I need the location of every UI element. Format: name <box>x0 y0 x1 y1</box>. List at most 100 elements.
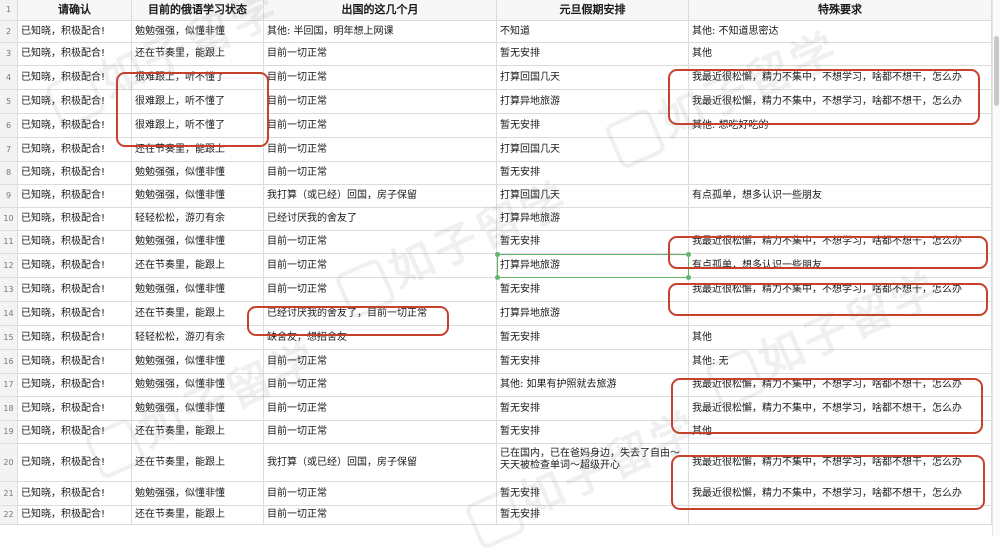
col-russian-status-cell[interactable]: 很难跟上，听不懂了 <box>132 90 264 114</box>
col-abroad-months-cell[interactable]: 目前一切正常 <box>264 254 497 278</box>
col-abroad-months-cell[interactable]: 目前一切正常 <box>264 43 497 66</box>
col-special-request-cell[interactable]: 我最近很松懈，精力不集中，不想学习，啥都不想干，怎么办 <box>689 278 992 302</box>
col-special-request-cell[interactable]: 其他 <box>689 421 992 444</box>
col-confirm-cell[interactable]: 已知晓，积极配合! <box>18 326 132 350</box>
col-confirm-cell[interactable]: 已知晓，积极配合! <box>18 482 132 506</box>
col-abroad-months-cell[interactable]: 目前一切正常 <box>264 90 497 114</box>
col-abroad-months-cell[interactable]: 其他: 半回国，明年想上网课 <box>264 21 497 43</box>
col-abroad-months-cell[interactable]: 目前一切正常 <box>264 397 497 421</box>
col-new-year-plan-cell[interactable]: 不知道 <box>497 21 689 43</box>
col-special-request-cell[interactable]: 我最近很松懈，精力不集中，不想学习，啥都不想干，怎么办 <box>689 444 992 482</box>
col-special-request-cell[interactable]: 其他 <box>689 326 992 350</box>
col-confirm-cell[interactable]: 已知晓，积极配合! <box>18 254 132 278</box>
row-number[interactable]: 19 <box>0 421 18 444</box>
col-russian-status-cell[interactable]: 勉勉强强，似懂非懂 <box>132 374 264 397</box>
col-russian-status-cell[interactable]: 勉勉强强，似懂非懂 <box>132 185 264 208</box>
col-special-request-cell[interactable] <box>689 302 992 326</box>
col-confirm-cell[interactable]: 已知晓，积极配合! <box>18 162 132 185</box>
col-new-year-plan-cell[interactable]: 暂无安排 <box>497 231 689 254</box>
col-new-year-plan-cell[interactable]: 已在国内，已在爸妈身边，失去了自由～天天被检查单词～超级开心 <box>497 444 689 482</box>
scrollbar-thumb[interactable] <box>994 36 999 106</box>
col-russian-status-cell[interactable]: 勉勉强强，似懂非懂 <box>132 350 264 374</box>
col-confirm-cell[interactable]: 已知晓，积极配合! <box>18 114 132 138</box>
col-confirm-cell[interactable]: 已知晓，积极配合! <box>18 208 132 231</box>
row-number[interactable]: 16 <box>0 350 18 374</box>
col-new-year-plan-cell[interactable]: 暂无安排 <box>497 278 689 302</box>
col-abroad-months-header[interactable]: 出国的这几个月 <box>264 0 497 21</box>
row-number[interactable]: 10 <box>0 208 18 231</box>
col-abroad-months-cell[interactable]: 已经讨厌我的舍友了 <box>264 208 497 231</box>
col-russian-status-cell[interactable]: 勉勉强强，似懂非懂 <box>132 278 264 302</box>
col-abroad-months-cell[interactable]: 目前一切正常 <box>264 114 497 138</box>
col-confirm-cell[interactable]: 已知晓，积极配合! <box>18 374 132 397</box>
col-abroad-months-cell[interactable]: 目前一切正常 <box>264 138 497 162</box>
col-special-request-cell[interactable]: 我最近很松懈，精力不集中，不想学习，啥都不想干，怎么办 <box>689 231 992 254</box>
row-number[interactable]: 11 <box>0 231 18 254</box>
col-abroad-months-cell[interactable]: 目前一切正常 <box>264 374 497 397</box>
col-russian-status-header[interactable]: 目前的俄语学习状态 <box>132 0 264 21</box>
row-number[interactable]: 13 <box>0 278 18 302</box>
col-abroad-months-cell[interactable]: 目前一切正常 <box>264 506 497 525</box>
col-new-year-plan-cell[interactable]: 打算异地旅游 <box>497 254 689 278</box>
col-special-request-cell[interactable]: 我最近很松懈，精力不集中，不想学习，啥都不想干，怎么办 <box>689 374 992 397</box>
col-new-year-plan-cell[interactable]: 暂无安排 <box>497 397 689 421</box>
col-russian-status-cell[interactable]: 勉勉强强，似懂非懂 <box>132 397 264 421</box>
col-confirm-cell[interactable]: 已知晓，积极配合! <box>18 138 132 162</box>
col-special-request-cell[interactable]: 我最近很松懈，精力不集中，不想学习，啥都不想干，怎么办 <box>689 397 992 421</box>
col-special-request-cell[interactable] <box>689 138 992 162</box>
col-special-request-cell[interactable]: 有点孤单，想多认识一些朋友 <box>689 254 992 278</box>
col-confirm-cell[interactable]: 已知晓，积极配合! <box>18 66 132 90</box>
col-confirm-cell[interactable]: 已知晓，积极配合! <box>18 43 132 66</box>
col-new-year-plan-cell[interactable]: 暂无安排 <box>497 482 689 506</box>
col-confirm-cell[interactable]: 已知晓，积极配合! <box>18 350 132 374</box>
col-russian-status-cell[interactable]: 还在节奏里，能跟上 <box>132 444 264 482</box>
col-new-year-plan-cell[interactable]: 打算异地旅游 <box>497 208 689 231</box>
col-new-year-plan-cell[interactable]: 暂无安排 <box>497 43 689 66</box>
col-russian-status-cell[interactable]: 勉勉强强，似懂非懂 <box>132 162 264 185</box>
col-special-request-cell[interactable] <box>689 162 992 185</box>
col-confirm-cell[interactable]: 已知晓，积极配合! <box>18 21 132 43</box>
col-new-year-plan-cell[interactable]: 打算回国几天 <box>497 185 689 208</box>
col-confirm-cell[interactable]: 已知晓，积极配合! <box>18 278 132 302</box>
col-abroad-months-cell[interactable]: 目前一切正常 <box>264 66 497 90</box>
col-abroad-months-cell[interactable]: 目前一切正常 <box>264 231 497 254</box>
col-confirm-cell[interactable]: 已知晓，积极配合! <box>18 421 132 444</box>
col-confirm-cell[interactable]: 已知晓，积极配合! <box>18 90 132 114</box>
col-special-request-cell[interactable] <box>689 506 992 525</box>
col-confirm-cell[interactable]: 已知晓，积极配合! <box>18 302 132 326</box>
col-new-year-plan-header[interactable]: 元旦假期安排 <box>497 0 689 21</box>
col-special-request-cell[interactable]: 有点孤单，想多认识一些朋友 <box>689 185 992 208</box>
col-confirm-cell[interactable]: 已知晓，积极配合! <box>18 506 132 525</box>
row-number[interactable]: 7 <box>0 138 18 162</box>
col-new-year-plan-cell[interactable]: 打算回国几天 <box>497 138 689 162</box>
col-russian-status-cell[interactable]: 勉勉强强，似懂非懂 <box>132 231 264 254</box>
col-russian-status-cell[interactable]: 勉勉强强，似懂非懂 <box>132 482 264 506</box>
col-abroad-months-cell[interactable]: 已经讨厌我的舍友了，目前一切正常 <box>264 302 497 326</box>
col-abroad-months-cell[interactable]: 目前一切正常 <box>264 278 497 302</box>
row-number[interactable]: 1 <box>0 0 18 21</box>
col-russian-status-cell[interactable]: 很难跟上，听不懂了 <box>132 66 264 90</box>
col-abroad-months-cell[interactable]: 我打算（或已经）回国，房子保留 <box>264 444 497 482</box>
col-russian-status-cell[interactable]: 轻轻松松，游刃有余 <box>132 326 264 350</box>
col-abroad-months-cell[interactable]: 缺舍友，想招舍友 <box>264 326 497 350</box>
col-russian-status-cell[interactable]: 还在节奏里，能跟上 <box>132 138 264 162</box>
row-number[interactable]: 6 <box>0 114 18 138</box>
row-number[interactable]: 14 <box>0 302 18 326</box>
col-new-year-plan-cell[interactable]: 暂无安排 <box>497 162 689 185</box>
row-number[interactable]: 20 <box>0 444 18 482</box>
col-new-year-plan-cell[interactable]: 打算回国几天 <box>497 66 689 90</box>
row-number[interactable]: 15 <box>0 326 18 350</box>
col-confirm-cell[interactable]: 已知晓，积极配合! <box>18 397 132 421</box>
row-number[interactable]: 2 <box>0 21 18 43</box>
col-confirm-cell[interactable]: 已知晓，积极配合! <box>18 444 132 482</box>
row-number[interactable]: 17 <box>0 374 18 397</box>
col-russian-status-cell[interactable]: 很难跟上，听不懂了 <box>132 114 264 138</box>
col-russian-status-cell[interactable]: 还在节奏里，能跟上 <box>132 254 264 278</box>
col-special-request-cell[interactable]: 我最近很松懈，精力不集中，不想学习，啥都不想干，怎么办 <box>689 66 992 90</box>
col-new-year-plan-cell[interactable]: 暂无安排 <box>497 506 689 525</box>
col-abroad-months-cell[interactable]: 目前一切正常 <box>264 162 497 185</box>
col-russian-status-cell[interactable]: 还在节奏里，能跟上 <box>132 302 264 326</box>
col-abroad-months-cell[interactable]: 我打算（或已经）回国，房子保留 <box>264 185 497 208</box>
col-new-year-plan-cell[interactable]: 暂无安排 <box>497 326 689 350</box>
col-confirm-cell[interactable]: 已知晓，积极配合! <box>18 185 132 208</box>
